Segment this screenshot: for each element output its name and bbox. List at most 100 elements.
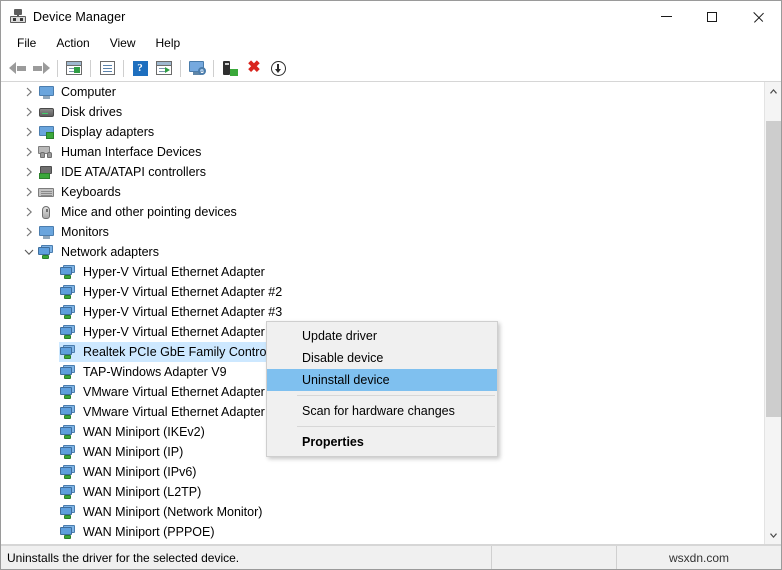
back-button[interactable]	[5, 57, 29, 79]
chevron-down-icon[interactable]	[21, 242, 37, 262]
tree-row[interactable]: WAN Miniport (PPTP)	[1, 542, 764, 544]
menu-item-help[interactable]: Help	[146, 33, 191, 54]
tree-row-label: Hyper-V Virtual Ethernet Adapter	[83, 265, 265, 279]
status-message: Uninstalls the driver for the selected d…	[7, 550, 240, 565]
scan-screen-button[interactable]	[185, 57, 209, 79]
menu-bar: File Action View Help	[1, 32, 781, 55]
red-x-icon: ✖	[247, 59, 261, 76]
context-menu[interactable]: Update driver Disable device Uninstall dev…	[266, 321, 498, 457]
tree-row-label: TAP-Windows Adapter V9	[83, 365, 227, 379]
device-tree[interactable]: Computer Disk drives Display adapters Human…	[1, 82, 764, 544]
chevron-right-icon[interactable]	[21, 142, 37, 162]
tree-row-label: Realtek PCIe GbE Family Controller	[83, 345, 284, 359]
device-manager-icon	[10, 8, 26, 25]
context-menu-item[interactable]: Update driver	[267, 325, 497, 347]
network-adapter-icon	[59, 364, 77, 380]
tree-row-label: Hyper-V Virtual Ethernet Adapter #2	[83, 285, 283, 299]
show-window-button[interactable]	[152, 57, 176, 79]
network-adapter-icon	[59, 424, 77, 440]
scan-hardware-changes-button[interactable]	[218, 57, 242, 79]
scrollbar-thumb[interactable]	[766, 121, 781, 417]
tree-row-label: WAN Miniport (Network Monitor)	[83, 505, 263, 519]
uninstall-device-button[interactable]: ✖	[242, 57, 266, 79]
scroll-up-button[interactable]	[765, 82, 781, 99]
window-controls	[643, 1, 781, 32]
help-question-icon: ?	[132, 60, 148, 76]
tree-row-label: Display adapters	[61, 125, 155, 139]
menu-item-action[interactable]: Action	[46, 33, 99, 54]
tree-row[interactable]: Disk drives	[1, 102, 764, 122]
update-driver-button[interactable]	[266, 57, 290, 79]
context-menu-item[interactable]: Properties	[267, 431, 497, 453]
keyboard-icon	[37, 184, 55, 200]
network-adapter-icon	[59, 304, 77, 320]
scan-hardware-icon	[222, 60, 238, 76]
context-menu-separator	[297, 426, 495, 427]
tree-row[interactable]: Monitors	[1, 222, 764, 242]
tree-row[interactable]: Network adapters	[1, 242, 764, 262]
tree-row-label: Keyboards	[61, 185, 121, 199]
chevron-right-icon[interactable]	[21, 162, 37, 182]
tree-row[interactable]: Keyboards	[1, 182, 764, 202]
down-arrow-circle-icon	[270, 60, 286, 76]
network-adapter-icon	[59, 324, 77, 340]
tree-row-label: Computer	[61, 85, 116, 99]
menu-item-view[interactable]: View	[100, 33, 146, 54]
mouse-icon	[37, 204, 55, 220]
help-button[interactable]: ?	[128, 57, 152, 79]
tree-row[interactable]: Hyper-V Virtual Ethernet Adapter #3	[1, 302, 764, 322]
tree-row[interactable]: WAN Miniport (IPv6)	[1, 462, 764, 482]
chevron-right-icon[interactable]	[21, 102, 37, 122]
vertical-scrollbar[interactable]	[764, 82, 781, 544]
scroll-down-button[interactable]	[765, 527, 781, 544]
tree-row-label: Monitors	[61, 225, 109, 239]
computer-icon	[37, 84, 55, 100]
tree-row[interactable]: Mice and other pointing devices	[1, 202, 764, 222]
display-adapter-icon	[37, 124, 55, 140]
network-adapter-icon	[59, 384, 77, 400]
toolbar: ? ✖	[1, 55, 781, 82]
close-button[interactable]	[735, 1, 781, 32]
tree-row[interactable]: WAN Miniport (L2TP)	[1, 482, 764, 502]
chevron-right-icon[interactable]	[21, 122, 37, 142]
status-bar: Uninstalls the driver for the selected d…	[1, 545, 781, 569]
tree-row[interactable]: Display adapters	[1, 122, 764, 142]
tree-row[interactable]: IDE ATA/ATAPI controllers	[1, 162, 764, 182]
back-arrow-icon	[8, 61, 26, 75]
console-tree-icon	[66, 61, 82, 75]
forward-button[interactable]	[29, 57, 53, 79]
tree-row-label: WAN Miniport (PPPOE)	[83, 525, 215, 539]
tree-row-label: WAN Miniport (IKEv2)	[83, 425, 205, 439]
minimize-button[interactable]	[643, 1, 689, 32]
maximize-button[interactable]	[689, 1, 735, 32]
tree-row-label: VMware Virtual Ethernet Adapter fo	[83, 405, 279, 419]
network-adapter-icon	[59, 284, 77, 300]
tree-row[interactable]: Hyper-V Virtual Ethernet Adapter	[1, 262, 764, 282]
chevron-right-icon[interactable]	[21, 82, 37, 102]
tree-row-label: WAN Miniport (IP)	[83, 445, 184, 459]
context-menu-item[interactable]: Scan for hardware changes	[267, 400, 497, 422]
toolbar-separator-2	[90, 59, 91, 77]
minimize-icon	[660, 16, 672, 17]
tree-row[interactable]: WAN Miniport (Network Monitor)	[1, 502, 764, 522]
show-hide-console-tree-button[interactable]	[62, 57, 86, 79]
monitor-search-icon	[188, 60, 206, 76]
tree-row[interactable]: Computer	[1, 82, 764, 102]
device-tree-panel: Computer Disk drives Display adapters Human…	[1, 82, 781, 545]
tree-row[interactable]: Human Interface Devices	[1, 142, 764, 162]
context-menu-item[interactable]: Disable device	[267, 347, 497, 369]
maximize-icon	[707, 11, 717, 22]
chevron-right-icon[interactable]	[21, 182, 37, 202]
network-adapter-icon	[59, 344, 77, 360]
tree-row[interactable]: WAN Miniport (PPPOE)	[1, 522, 764, 542]
chevron-right-icon[interactable]	[21, 202, 37, 222]
chevron-right-icon[interactable]	[21, 222, 37, 242]
network-adapter-icon	[59, 444, 77, 460]
context-menu-separator	[297, 395, 495, 396]
context-menu-item[interactable]: Uninstall device	[267, 369, 497, 391]
close-icon	[753, 11, 764, 22]
menu-item-file[interactable]: File	[7, 33, 46, 54]
tree-row[interactable]: Hyper-V Virtual Ethernet Adapter #2	[1, 282, 764, 302]
properties-button[interactable]	[95, 57, 119, 79]
tree-row-label: Mice and other pointing devices	[61, 205, 237, 219]
